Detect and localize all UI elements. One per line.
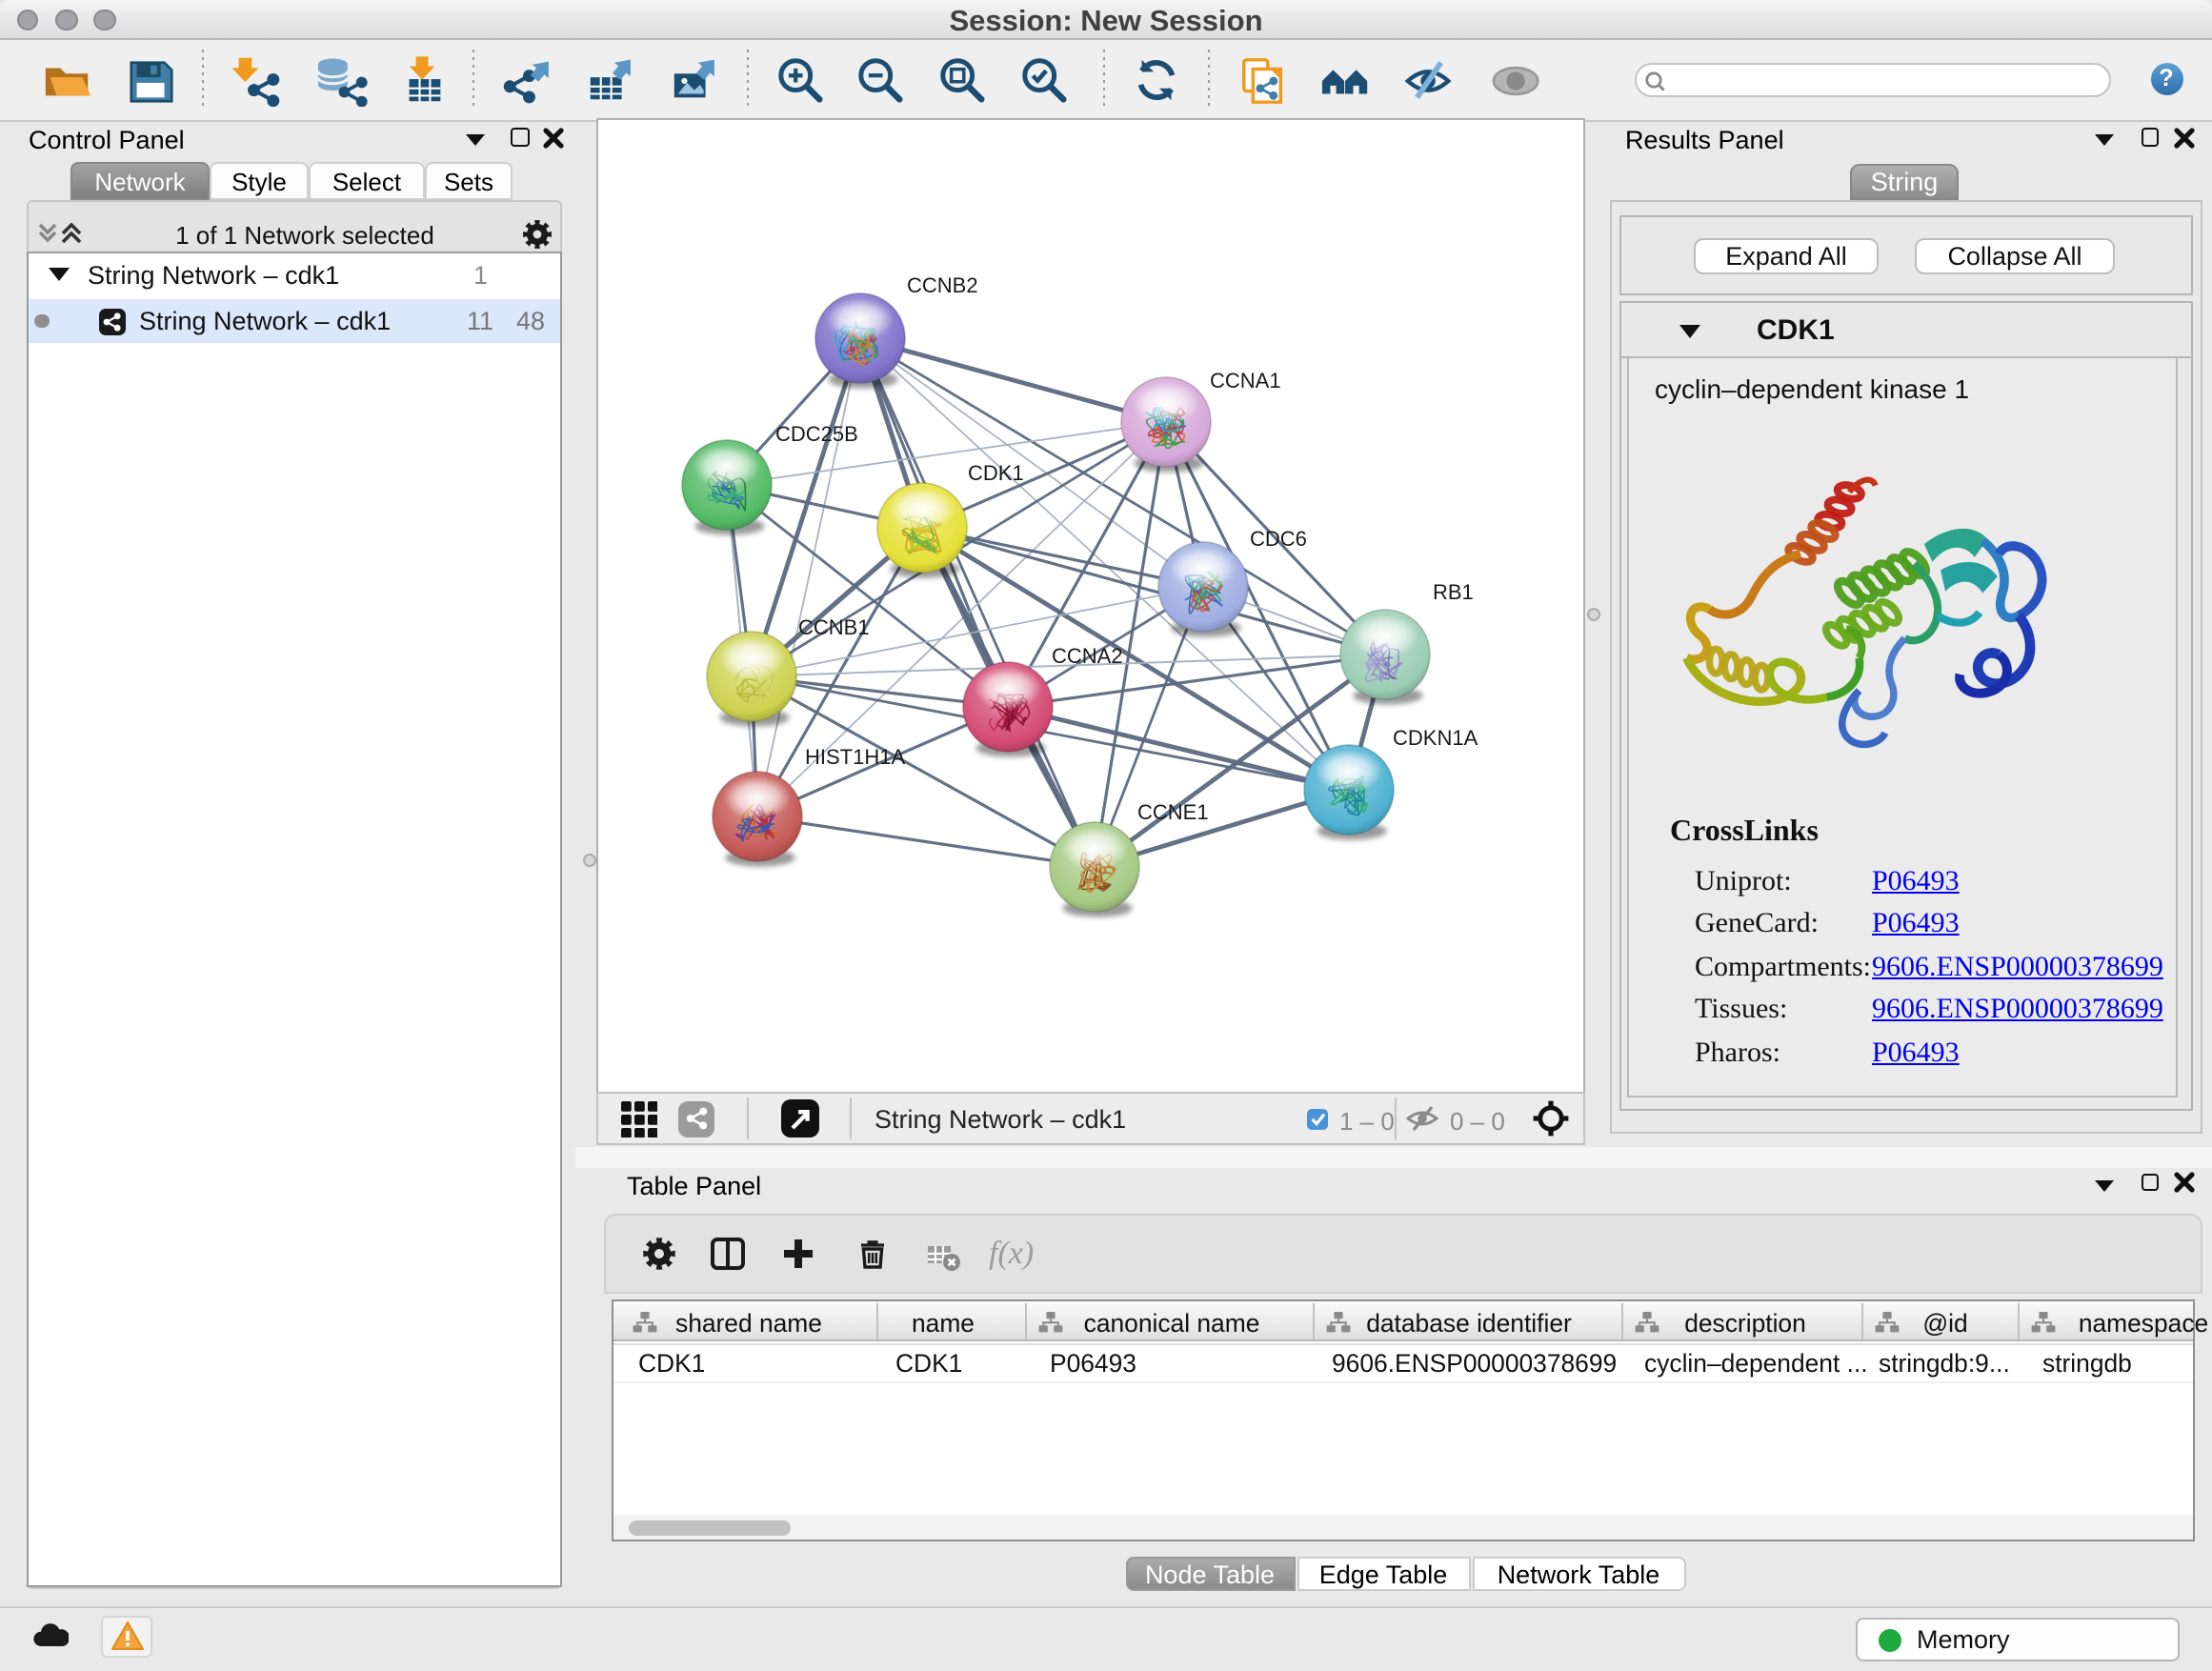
svg-text:CCNA2: CCNA2 xyxy=(1052,643,1123,667)
svg-text:CCNE1: CCNE1 xyxy=(1137,799,1209,823)
svg-text:CDKN1A: CDKN1A xyxy=(1393,725,1478,749)
svg-text:RB1: RB1 xyxy=(1433,579,1474,603)
svg-text:CDC25B: CDC25B xyxy=(775,421,858,445)
svg-text:CDK1: CDK1 xyxy=(968,460,1024,484)
svg-text:CCNB1: CCNB1 xyxy=(798,614,870,638)
svg-text:HIST1H1A: HIST1H1A xyxy=(805,744,905,768)
svg-text:CDC6: CDC6 xyxy=(1250,526,1307,550)
svg-text:CCNA1: CCNA1 xyxy=(1210,368,1281,392)
svg-text:CCNB2: CCNB2 xyxy=(907,272,978,296)
